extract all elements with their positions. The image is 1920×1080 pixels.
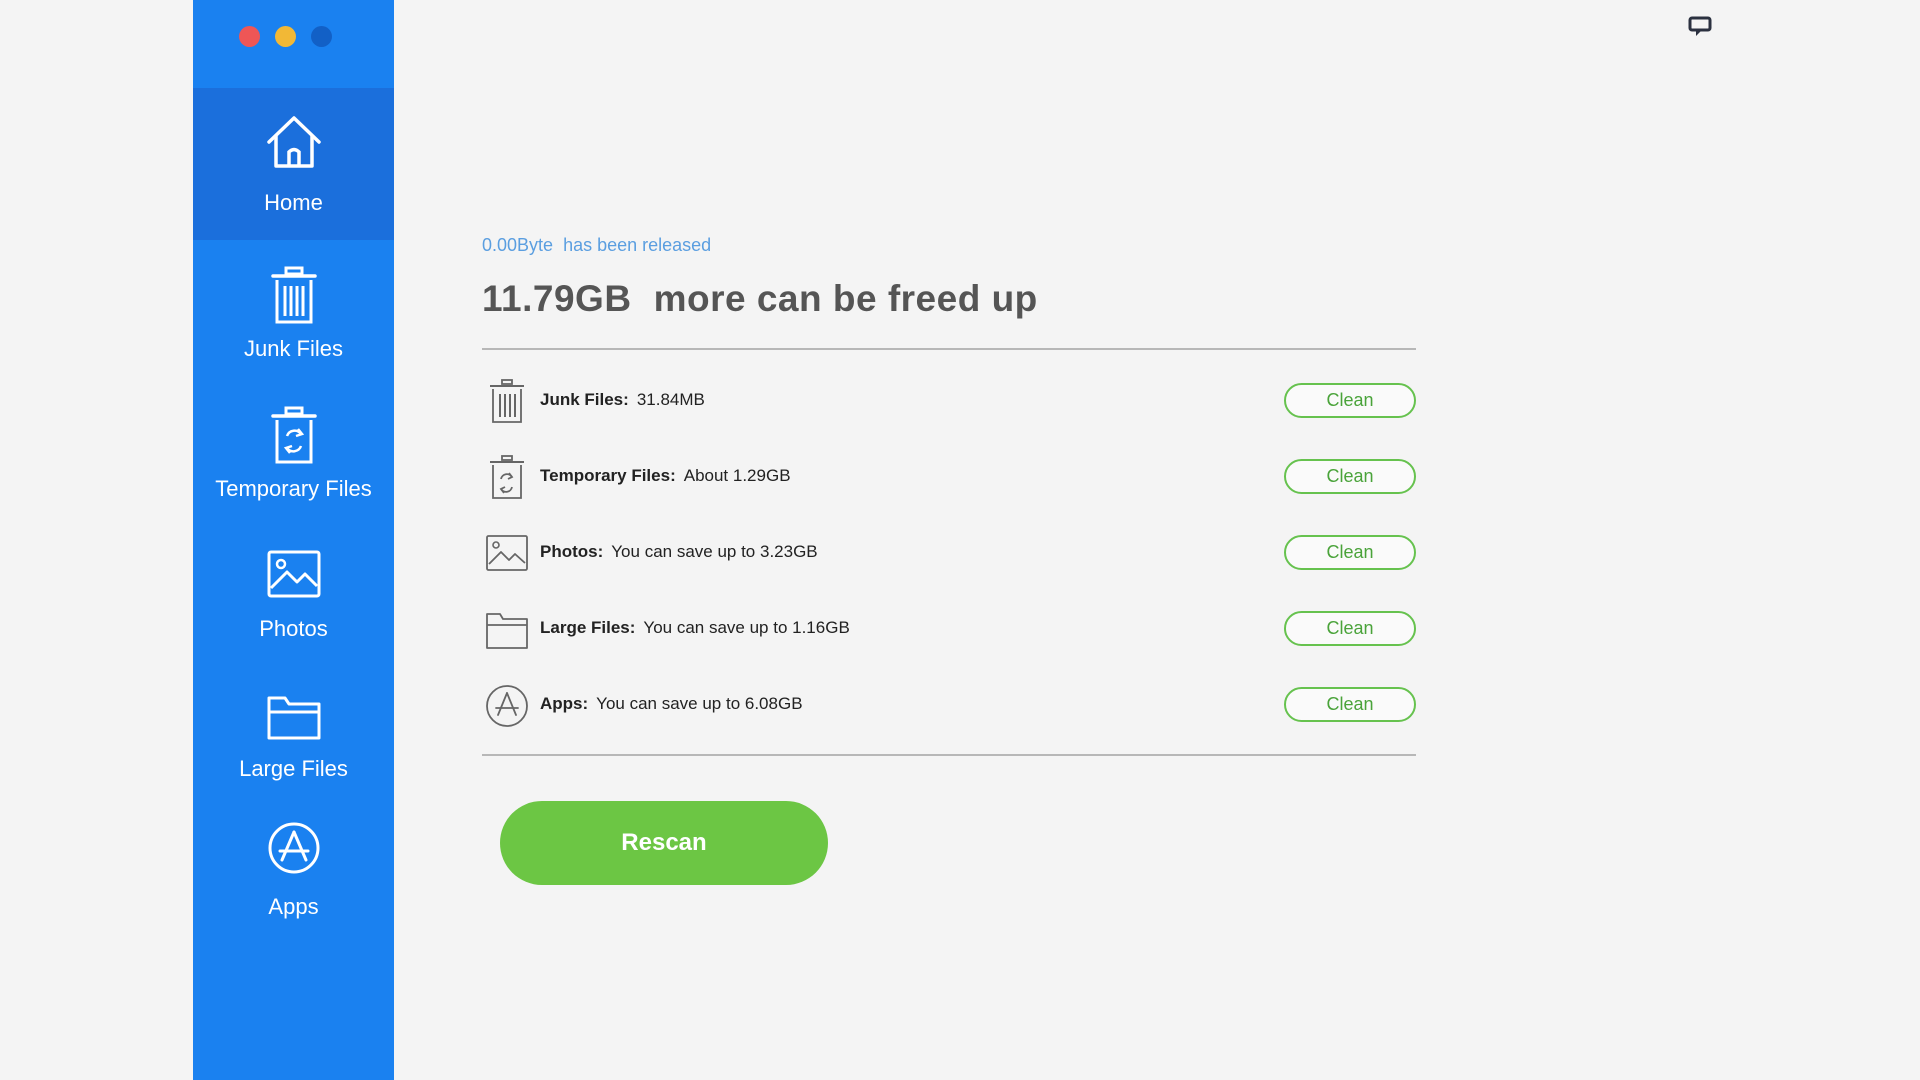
category-detail: About 1.29GB: [683, 466, 791, 485]
chat-bubble-icon[interactable]: [1688, 16, 1712, 38]
sidebar-item-label: Large Files: [239, 756, 348, 781]
sidebar-item-home[interactable]: Home: [193, 88, 394, 240]
sidebar-item-label: Apps: [268, 894, 319, 919]
clean-button[interactable]: Clean: [1284, 459, 1416, 494]
category-row-temporary-files: Temporary Files: About 1.29GB Clean: [482, 448, 1416, 508]
category-detail: You can save up to 1.16GB: [643, 618, 850, 637]
trash-icon: [270, 266, 317, 324]
released-amount: 0.00Byte: [482, 235, 554, 255]
clean-button[interactable]: Clean: [1284, 383, 1416, 418]
trash-icon: [490, 379, 524, 423]
category-text: Photos: You can save up to 3.23GB: [540, 542, 818, 562]
sidebar-item-label: Home: [264, 190, 323, 215]
freeable-amount: 11.79GB: [482, 278, 632, 319]
sidebar-item-apps[interactable]: Apps: [193, 818, 394, 958]
maximize-window-button[interactable]: [311, 26, 332, 47]
category-row-junk-files: Junk Files: 31.84MB Clean: [482, 372, 1416, 432]
sidebar-item-junk-files[interactable]: Junk Files: [193, 258, 394, 398]
category-detail: 31.84MB: [636, 390, 705, 409]
sidebar-item-large-files[interactable]: Large Files: [193, 678, 394, 818]
category-name: Large Files:: [540, 618, 636, 637]
app-store-icon: [268, 822, 319, 874]
released-text: has been released: [563, 235, 712, 255]
category-text: Junk Files: 31.84MB: [540, 390, 705, 410]
category-name: Photos:: [540, 542, 604, 561]
sidebar-item-label: Temporary Files: [215, 476, 372, 501]
divider-bottom: [482, 754, 1416, 756]
category-text: Apps: You can save up to 6.08GB: [540, 694, 803, 714]
minimize-window-button[interactable]: [275, 26, 296, 47]
rescan-button[interactable]: Rescan: [500, 801, 828, 885]
clean-button[interactable]: Clean: [1284, 687, 1416, 722]
released-status: 0.00Byte has been released: [482, 235, 711, 256]
folder-icon: [267, 696, 320, 740]
category-row-apps: Apps: You can save up to 6.08GB Clean: [482, 676, 1416, 736]
freeable-text: more can be freed up: [653, 278, 1038, 319]
sidebar-item-label: Junk Files: [243, 336, 344, 361]
freeable-headline: 11.79GB more can be freed up: [482, 278, 1038, 320]
category-name: Apps:: [540, 694, 589, 713]
temp-files-icon: [490, 455, 524, 499]
category-name: Junk Files:: [540, 390, 629, 409]
category-detail: You can save up to 3.23GB: [611, 542, 818, 561]
clean-button[interactable]: Clean: [1284, 535, 1416, 570]
sidebar-item-temporary-files[interactable]: Temporary Files: [193, 398, 394, 538]
divider-top: [482, 348, 1416, 350]
sidebar-item-label: Photos: [259, 616, 328, 641]
sidebar-item-photos[interactable]: Photos: [193, 538, 394, 678]
clean-button[interactable]: Clean: [1284, 611, 1416, 646]
app-store-icon: [486, 685, 528, 727]
photo-icon: [486, 535, 528, 571]
folder-icon: [486, 613, 528, 649]
category-text: Temporary Files: About 1.29GB: [540, 466, 791, 486]
temp-files-icon: [270, 406, 317, 464]
sidebar: Home Junk Files Temporary Files Photos L…: [193, 0, 394, 1080]
category-detail: You can save up to 6.08GB: [596, 694, 803, 713]
category-text: Large Files: You can save up to 1.16GB: [540, 618, 850, 638]
category-name: Temporary Files:: [540, 466, 676, 485]
category-row-large-files: Large Files: You can save up to 1.16GB Cl…: [482, 600, 1416, 660]
close-window-button[interactable]: [239, 26, 260, 47]
window-controls: [239, 26, 332, 47]
photo-icon: [267, 550, 320, 598]
home-icon: [266, 116, 321, 168]
category-row-photos: Photos: You can save up to 3.23GB Clean: [482, 524, 1416, 584]
